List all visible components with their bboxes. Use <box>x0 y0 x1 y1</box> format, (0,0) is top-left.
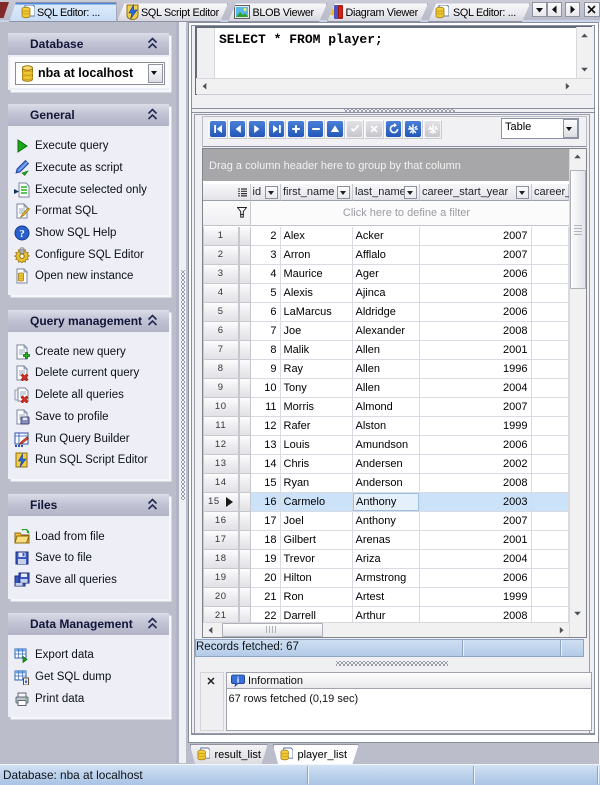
svg-text:?: ? <box>19 228 25 240</box>
